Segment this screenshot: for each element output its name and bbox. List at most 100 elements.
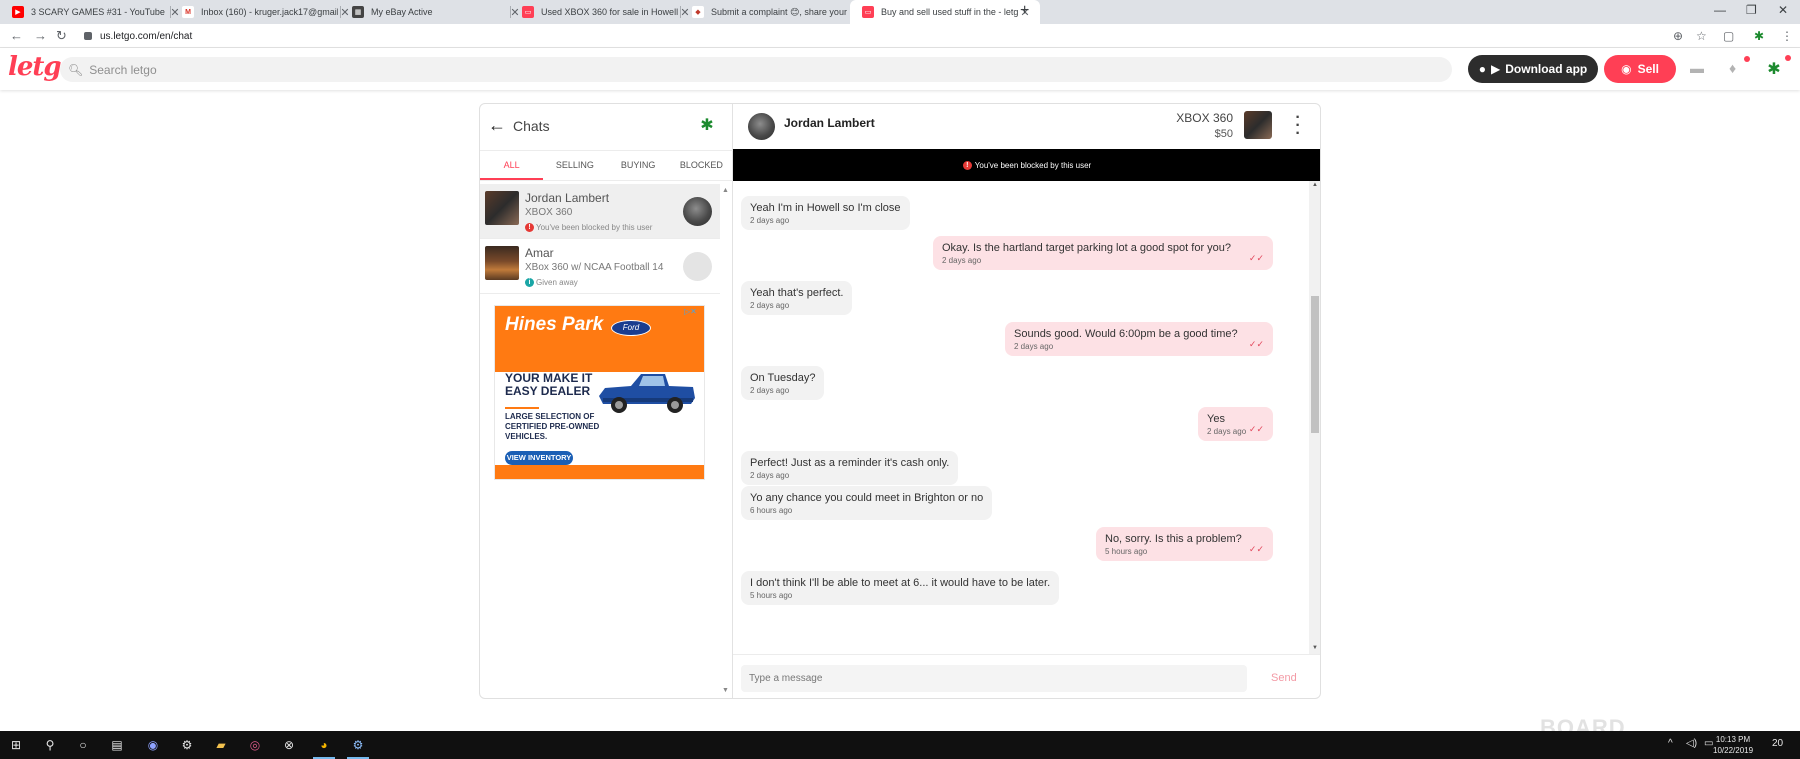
message-time: 2 days ago	[750, 471, 790, 480]
gmail-icon: M	[182, 6, 194, 18]
tab-buying[interactable]: BUYING	[607, 151, 670, 180]
cortana-icon[interactable]: ○	[75, 737, 91, 753]
scroll-down-icon[interactable]: ▼	[1312, 645, 1318, 651]
read-check-icon: ✓✓	[1248, 253, 1264, 263]
item-thumbnail[interactable]	[1244, 111, 1272, 139]
message-time: 2 days ago	[750, 301, 790, 310]
item-title[interactable]: XBOX 360	[1176, 111, 1233, 125]
steam-client-icon[interactable]: ⚙	[350, 737, 366, 753]
item-thumbnail	[485, 246, 519, 280]
message-sent: Okay. Is the hartland target parking lot…	[933, 236, 1273, 270]
message-sent: No, sorry. Is this a problem? 5 hours ag…	[1096, 527, 1273, 561]
contact-avatar[interactable]	[748, 113, 775, 140]
scroll-up-icon[interactable]: ▲	[1312, 182, 1318, 188]
message-text: Yeah I'm in Howell so I'm close	[750, 202, 901, 214]
send-button[interactable]: Send	[1271, 672, 1297, 684]
tray-expand-icon[interactable]: ^	[1668, 738, 1673, 749]
user-avatar[interactable]: ✱	[694, 112, 720, 138]
scroll-up-icon[interactable]: ▲	[722, 187, 729, 194]
minimize-icon[interactable]: —	[1714, 3, 1726, 17]
task-view-icon[interactable]: ▤	[109, 737, 125, 753]
windows-start-icon[interactable]: ⊞	[8, 737, 24, 753]
browser-tab-letgo-xbox[interactable]: ▭ Used XBOX 360 for sale in Howell ✕	[510, 0, 700, 24]
message-text: Sounds good. Would 6:00pm be a good time…	[1014, 328, 1238, 340]
tab-title: My eBay Active	[371, 7, 433, 17]
search-bar[interactable]: 🔍︎	[60, 57, 1452, 82]
system-clock[interactable]: 10:13 PM 10/22/2019	[1713, 734, 1753, 756]
tab-blocked[interactable]: BLOCKED	[670, 151, 733, 180]
volume-icon[interactable]: ◁)	[1686, 738, 1697, 749]
address-bar: ← → ↻ us.letgo.com/en/chat ⊕ ☆ ▢ ✱ ⋮	[0, 24, 1800, 48]
youtube-icon: ▶	[12, 6, 24, 18]
back-arrow-icon[interactable]: ←	[488, 115, 506, 136]
message-time: 6 hours ago	[750, 506, 793, 515]
more-options-icon[interactable]: · · ·	[1294, 110, 1302, 142]
chats-scrollbar[interactable]: ▲ ▼	[721, 187, 731, 697]
tab-all[interactable]: ALL	[480, 151, 544, 180]
url-field[interactable]: us.letgo.com/en/chat	[84, 27, 192, 45]
tab-selling[interactable]: SELLING	[543, 151, 606, 180]
scroll-down-icon[interactable]: ▼	[722, 687, 729, 694]
sell-button[interactable]: ◉ Sell	[1604, 55, 1676, 83]
search-icon[interactable]: ⚲	[42, 737, 58, 753]
reload-icon[interactable]: ↻	[56, 28, 67, 44]
notification-center-icon[interactable]: 20	[1772, 738, 1783, 749]
message-received: On Tuesday? 2 days ago	[741, 366, 825, 400]
profile-icon[interactable]: ✱	[1754, 29, 1764, 43]
message-text: Yo any chance you could meet in Brighton…	[750, 492, 984, 504]
ad-choices-icon[interactable]: ▷✕	[684, 307, 697, 316]
search-input[interactable]	[89, 62, 1390, 77]
item-price: $50	[1214, 128, 1233, 140]
site-header: letgo 🔍︎ ● ▶ Download app ◉ Sell ▬ ♦ ✱	[0, 48, 1800, 90]
steam-icon[interactable]: ⚙	[179, 737, 195, 753]
window-close-icon[interactable]: ✕	[1778, 3, 1788, 17]
message-received: Yo any chance you could meet in Brighton…	[741, 486, 993, 520]
message-time: 2 days ago	[942, 256, 982, 265]
install-icon[interactable]: ⊕	[1673, 29, 1683, 43]
tab-title: Submit a complaint 😊, share your	[711, 6, 847, 17]
restore-icon[interactable]: ❐	[1746, 3, 1757, 17]
bookmark-star-icon[interactable]: ☆	[1696, 29, 1707, 43]
browser-tab-gmail[interactable]: M Inbox (160) - kruger.jack17@gmail.com …	[170, 0, 360, 24]
user-avatar[interactable]: ✱	[1761, 56, 1787, 82]
advertisement-banner[interactable]: Hines Park Ford ▷✕ YOUR MAKE IT EASY DEA…	[494, 305, 705, 480]
download-app-button[interactable]: ● ▶ Download app	[1468, 55, 1598, 83]
conversation-status: i Given away	[525, 278, 578, 287]
file-explorer-icon[interactable]: ▰	[213, 737, 229, 753]
extension-icon[interactable]: ▢	[1723, 29, 1734, 43]
scrollbar-thumb[interactable]	[1311, 296, 1319, 433]
message-input[interactable]	[741, 665, 1247, 692]
conversation-item[interactable]: Amar XBox 360 w/ NCAA Football 14 i Give…	[480, 239, 720, 294]
chrome-icon[interactable]: ◕	[316, 737, 332, 753]
tab-title: 3 SCARY GAMES #31 - YouTube	[31, 7, 165, 17]
forward-icon[interactable]: →	[34, 28, 47, 43]
message-sent: Sounds good. Would 6:00pm be a good time…	[1005, 322, 1273, 356]
bell-icon[interactable]: ♦	[1729, 60, 1736, 76]
messages-scrollbar[interactable]: ▲ ▼	[1309, 181, 1320, 654]
status-text: Given away	[536, 278, 578, 287]
conversation-name: Jordan Lambert	[525, 191, 610, 205]
browser-menu-icon[interactable]: ⋮	[1781, 29, 1793, 43]
media-app-icon[interactable]: ◎	[247, 737, 263, 753]
browser-tab-youtube[interactable]: ▶ 3 SCARY GAMES #31 - YouTube ✕	[0, 0, 190, 24]
contact-name[interactable]: Jordan Lambert	[784, 116, 875, 130]
view-inventory-button[interactable]: VIEW INVENTORY	[505, 451, 573, 465]
browser-tab-complaint[interactable]: ◆ Submit a complaint 😊, share your ✕	[680, 0, 870, 24]
browser-tab-ebay[interactable]: ▦ My eBay Active ✕	[340, 0, 530, 24]
download-app-label: Download app	[1505, 62, 1588, 76]
conversation-item[interactable]: Jordan Lambert XBOX 360 ! You've been bl…	[480, 184, 720, 239]
new-tab-button[interactable]: +	[1020, 2, 1029, 20]
message-received: Perfect! Just as a reminder it's cash on…	[741, 451, 959, 485]
camera-icon: ◉	[1621, 62, 1632, 76]
item-thumbnail	[485, 191, 519, 225]
discord-icon[interactable]: ◉	[145, 737, 161, 753]
xbox-icon[interactable]: ⊗	[281, 737, 297, 753]
status-text: You've been blocked by this user	[536, 223, 653, 232]
browser-tab-letgo-chat[interactable]: ▭ Buy and sell used stuff in the - letgo…	[850, 0, 1040, 24]
back-icon[interactable]: ←	[10, 28, 23, 43]
message-received: Yeah I'm in Howell so I'm close 2 days a…	[741, 196, 910, 230]
apple-icon: ●	[1478, 62, 1486, 76]
ebay-icon: ▦	[352, 6, 364, 18]
chat-bubble-icon[interactable]: ▬	[1690, 60, 1704, 76]
conversation-header: Jordan Lambert XBOX 360 $50 · · ·	[733, 104, 1320, 149]
